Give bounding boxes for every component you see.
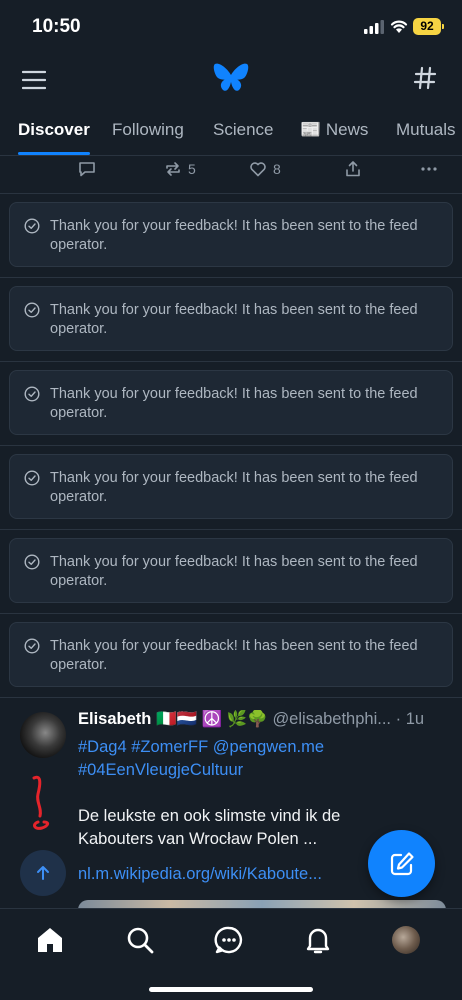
wifi-icon [390,20,408,33]
bottom-nav [0,908,462,1000]
feedback-message: Thank you for your feedback! It has been… [50,218,418,253]
repost-count: 5 [188,161,196,177]
home-indicator [149,987,313,992]
post-tags[interactable]: #Dag4 #ZomerFF @pengwen.me [78,736,378,759]
search-icon[interactable] [125,925,155,955]
battery-indicator: 92 [413,18,444,35]
reply-button[interactable] [78,160,96,178]
tab-following[interactable]: Following [112,120,184,140]
chat-icon[interactable] [214,925,244,955]
post-text: De leukste en ook slimste vind ik de Kab… [78,807,341,848]
compose-button[interactable] [368,830,435,897]
feedback-list: Thank you for your feedback! It has been… [0,194,462,698]
butterfly-logo-icon[interactable] [213,62,249,94]
author-handle[interactable]: @elisabethphi... [272,710,391,728]
repost-button[interactable]: 5 [164,160,196,178]
tab-news[interactable]: 📰 News [300,120,368,140]
check-circle-icon [24,470,40,486]
author-avatar[interactable] [20,712,66,758]
like-count: 8 [273,161,281,177]
check-circle-icon [24,386,40,402]
feedback-row: Thank you for your feedback! It has been… [0,194,462,278]
bell-icon[interactable] [303,925,333,955]
feedback-message: Thank you for your feedback! It has been… [50,470,418,505]
active-tab-indicator [18,152,90,155]
feedback-notice: Thank you for your feedback! It has been… [9,286,453,351]
menu-icon[interactable] [22,68,46,92]
red-scribble-annotation [32,775,50,830]
post-action-bar: 5 8 [0,156,462,194]
like-button[interactable]: 8 [249,160,281,178]
feedback-notice: Thank you for your feedback! It has been… [9,370,453,435]
feedback-row: Thank you for your feedback! It has been… [0,278,462,362]
feedback-row: Thank you for your feedback! It has been… [0,530,462,614]
arrow-up-icon [37,866,49,880]
feedback-message: Thank you for your feedback! It has been… [50,386,418,421]
feedback-message: Thank you for your feedback! It has been… [50,302,418,337]
post-body: #Dag4 #ZomerFF @pengwen.me #04EenVleugje… [78,736,378,886]
check-circle-icon [24,638,40,654]
post-spacer [78,782,378,805]
check-circle-icon [24,302,40,318]
status-time: 10:50 [32,16,81,37]
like-icon [250,162,266,177]
author-name[interactable]: Elisabeth 🇮🇹🇳🇱 ☮️ 🌿🌳 [78,710,268,728]
feedback-row: Thank you for your feedback! It has been… [0,446,462,530]
compose-icon [390,851,414,875]
feedback-notice: Thank you for your feedback! It has been… [9,454,453,519]
feed-tabs: Discover Following Science 📰 News Mutual… [0,104,462,156]
post-tag-cultuur[interactable]: #04EenVleugjeCultuur [78,759,378,782]
hash-icon[interactable] [413,66,437,90]
check-circle-icon [24,218,40,234]
more-icon [421,167,437,171]
feedback-message: Thank you for your feedback! It has been… [50,554,418,589]
scroll-to-top-button[interactable] [20,850,66,896]
feedback-row: Thank you for your feedback! It has been… [0,614,462,698]
feedback-message: Thank you for your feedback! It has been… [50,638,418,673]
app-header [0,56,462,104]
repost-icon [166,162,180,176]
share-button[interactable] [344,160,362,178]
post-header: Elisabeth 🇮🇹🇳🇱 ☮️ 🌿🌳 @elisabethphi... · … [78,710,448,729]
post-spacer [78,851,378,863]
feedback-row: Thank you for your feedback! It has been… [0,362,462,446]
home-icon[interactable] [35,925,65,955]
tab-science[interactable]: Science [213,120,273,140]
feedback-notice: Thank you for your feedback! It has been… [9,538,453,603]
share-icon [346,161,360,177]
post-time: · 1u [395,710,425,728]
status-bar: 10:50 92 [0,0,462,56]
post-link[interactable]: nl.m.wikipedia.org/wiki/Kaboute... [78,863,378,886]
profile-avatar[interactable] [392,926,420,954]
tab-discover[interactable]: Discover [18,120,90,140]
check-circle-icon [24,554,40,570]
feedback-notice: Thank you for your feedback! It has been… [9,622,453,687]
feedback-notice: Thank you for your feedback! It has been… [9,202,453,267]
signal-icon [364,20,384,34]
reply-icon [79,162,95,177]
more-options-button[interactable] [420,160,438,178]
tab-mutuals[interactable]: Mutuals [396,120,456,140]
